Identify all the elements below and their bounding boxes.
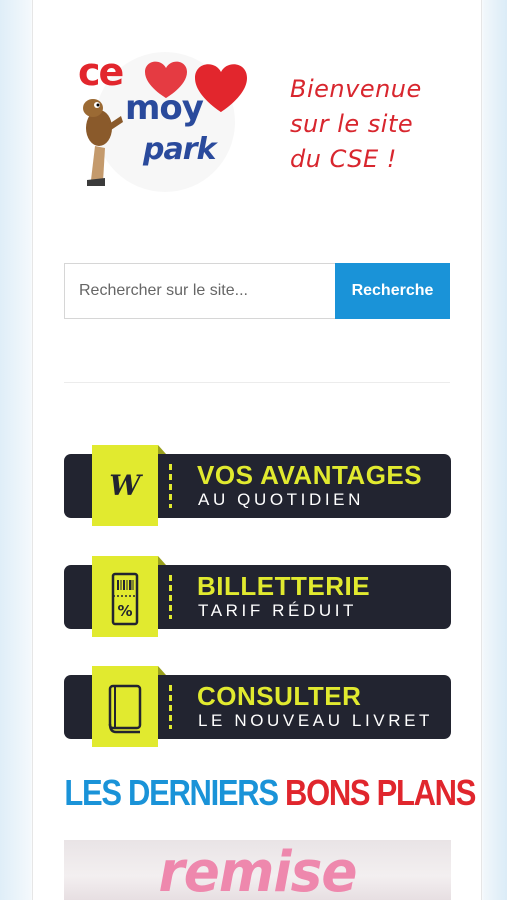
svg-text:%: %	[117, 602, 132, 620]
w-logo-icon: W	[109, 469, 143, 502]
book-icon	[108, 684, 142, 734]
banner-title: CONSULTER	[197, 681, 362, 711]
banner-subtitle: AU QUOTIDIEN	[198, 490, 364, 509]
search-button[interactable]: Recherche	[335, 263, 450, 319]
logo-text-moy: moy	[125, 88, 204, 128]
banner-dashed-separator	[169, 464, 172, 508]
banner-billetterie[interactable]: % BILLETTERIE TARIF RÉDUIT	[64, 556, 451, 648]
promo-image[interactable]: remise	[64, 840, 451, 900]
banner-vos-avantages[interactable]: W VOS AVANTAGES AU QUOTIDIEN	[64, 445, 451, 537]
banner-dashed-separator	[169, 685, 172, 729]
welcome-message: Bienvenue sur le site du CSE !	[290, 72, 470, 177]
welcome-line-2: sur le site	[290, 110, 414, 138]
search-form: Recherche	[64, 263, 450, 319]
svg-text:W: W	[109, 469, 143, 502]
logo-text-ce: ce	[78, 50, 124, 94]
banner-subtitle: TARIF RÉDUIT	[198, 601, 358, 620]
page-column: ce moy park Bienvenue sur le site du CSE…	[32, 0, 482, 900]
banner-subtitle: LE NOUVEAU LIVRET	[198, 711, 434, 730]
banner-dashed-separator	[169, 575, 172, 619]
banner-icon-tab: W	[92, 445, 166, 526]
welcome-line-1: Bienvenue	[290, 75, 422, 103]
banner-consulter-livret[interactable]: CONSULTER LE NOUVEAU LIVRET	[64, 666, 451, 758]
welcome-line-3: du CSE !	[290, 145, 397, 173]
logo-text-park: park	[143, 132, 216, 167]
ce-moy-park-logo[interactable]: ce moy park	[75, 50, 255, 195]
promo-text: remise	[158, 840, 357, 900]
banner-title: VOS AVANTAGES	[197, 460, 423, 490]
banner-icon-tab	[92, 666, 166, 747]
section-heading-part2: BONS PLANS	[285, 772, 476, 813]
banner-title: BILLETTERIE	[197, 571, 371, 601]
divider	[64, 382, 450, 383]
search-input[interactable]	[64, 263, 335, 319]
section-heading-part1: LES DERNIERS	[64, 772, 279, 813]
section-heading-bons-plans: LES DERNIERS BONS PLANS	[64, 772, 476, 814]
ticket-percent-icon: %	[111, 572, 139, 626]
banner-icon-tab: %	[92, 556, 166, 637]
